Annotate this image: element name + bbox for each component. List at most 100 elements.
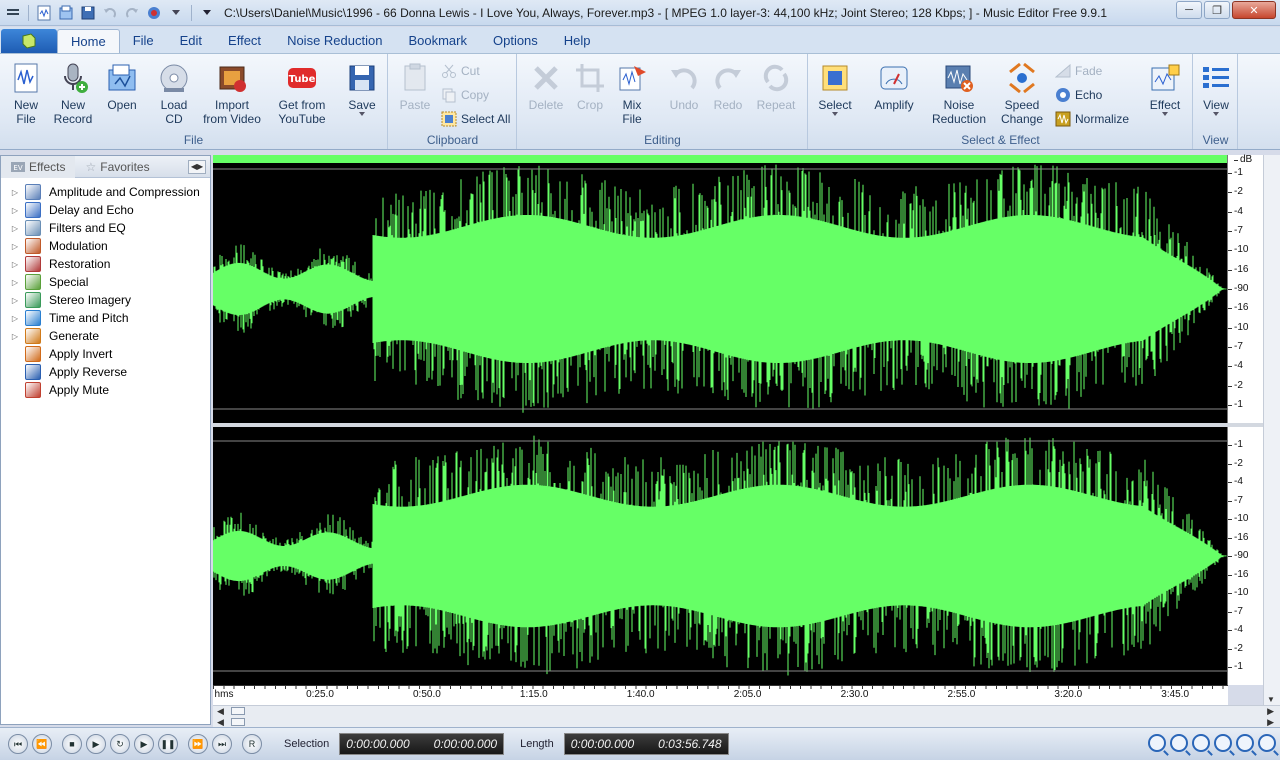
expand-arrow-icon[interactable]: ▷ <box>9 242 21 251</box>
scroll-left-icon[interactable]: ◀ <box>217 706 224 717</box>
mix-file-button[interactable]: Mix File <box>614 62 650 126</box>
expand-arrow-icon[interactable]: ▷ <box>9 314 21 323</box>
app-menu-icon[interactable] <box>4 4 22 22</box>
effect-button[interactable]: Effect <box>1145 62 1185 116</box>
effects-tree-item[interactable]: ▷ Amplitude and Compression <box>1 183 210 201</box>
expand-arrow-icon[interactable]: ▷ <box>9 278 21 287</box>
pause-button[interactable]: ❚❚ <box>158 734 178 754</box>
expand-arrow-icon[interactable]: ▷ <box>9 188 21 197</box>
effects-tree-item[interactable]: ▷ Stereo Imagery <box>1 291 210 309</box>
go-to-end-button[interactable]: ⏭ <box>212 734 232 754</box>
crop-button[interactable]: Crop <box>572 62 608 112</box>
effects-panel: EV Effects ☆ Favorites ◀▶ ▷ Amplitude and… <box>0 155 211 725</box>
expand-arrow-icon[interactable]: ▷ <box>9 206 21 215</box>
vertical-scrollbar[interactable]: ▼ <box>1263 155 1280 705</box>
import-from-video-button[interactable]: Import from Video <box>200 62 264 126</box>
tab-help[interactable]: Help <box>551 29 604 53</box>
redo-button[interactable]: Redo <box>710 62 746 112</box>
overview-bar[interactable] <box>213 155 1227 163</box>
effects-tree-item[interactable]: ▷ Time and Pitch <box>1 309 210 327</box>
cut-button[interactable]: Cut <box>441 62 480 80</box>
loop-button[interactable]: ↻ <box>110 734 130 754</box>
new-file-button[interactable]: New File <box>8 62 44 126</box>
undo-icon[interactable] <box>101 4 119 22</box>
open-button[interactable]: Open <box>104 62 140 112</box>
rewind-button[interactable]: ⏪ <box>32 734 52 754</box>
effects-tree-item[interactable]: Apply Mute <box>1 381 210 399</box>
get-from-youtube-button[interactable]: Tube Get from YouTube <box>274 62 330 126</box>
timeline-ruler[interactable]: hms 0:25.0 0:50.0 1:15.0 1:40.0 2:05.0 2:30.0… <box>213 685 1228 705</box>
effects-tree-item[interactable]: ▷ Delay and Echo <box>1 201 210 219</box>
horizontal-scrollbar[interactable]: ◀ ▶ ◀ ▶ <box>213 705 1280 727</box>
go-to-start-button[interactable]: ⏮ <box>8 734 28 754</box>
effects-tree-item[interactable]: Apply Invert <box>1 345 210 363</box>
application-button[interactable] <box>1 29 57 53</box>
new-file-icon[interactable] <box>35 4 53 22</box>
new-record-button[interactable]: New Record <box>52 62 94 126</box>
effects-tree-item[interactable]: ▷ Special <box>1 273 210 291</box>
delete-button[interactable]: Delete <box>526 62 566 112</box>
load-cd-button[interactable]: Load CD <box>155 62 193 126</box>
paste-button[interactable]: Paste <box>397 62 433 112</box>
close-button[interactable]: ✕ <box>1232 1 1276 19</box>
redo-icon[interactable] <box>123 4 141 22</box>
fast-forward-button[interactable]: ⏩ <box>188 734 208 754</box>
record-button[interactable]: R <box>242 734 262 754</box>
effects-tree-item[interactable]: ▷ Filters and EQ <box>1 219 210 237</box>
select-button[interactable]: Select <box>815 62 855 116</box>
zoom-in-vertical-icon[interactable] <box>1236 734 1254 752</box>
record-icon[interactable] <box>145 4 163 22</box>
tab-bookmark[interactable]: Bookmark <box>395 29 480 53</box>
undo-button[interactable]: Undo <box>664 62 704 112</box>
copy-button[interactable]: Copy <box>441 86 489 104</box>
zoom-thumb[interactable] <box>231 718 245 726</box>
expand-arrow-icon[interactable]: ▷ <box>9 332 21 341</box>
save-icon[interactable] <box>79 4 97 22</box>
echo-button[interactable]: Echo <box>1055 86 1102 104</box>
chevron-down-icon[interactable] <box>167 4 185 22</box>
save-button[interactable]: Save <box>344 62 380 116</box>
zoom-selection-icon[interactable] <box>1192 734 1210 752</box>
tab-effects[interactable]: EV Effects <box>1 155 76 178</box>
scroll-thumb[interactable] <box>231 707 245 715</box>
zoom-out-vertical-icon[interactable] <box>1258 734 1276 752</box>
scroll-right-icon[interactable]: ▶ <box>1267 706 1274 717</box>
effects-tree-item[interactable]: Apply Reverse <box>1 363 210 381</box>
waveform-channel-right[interactable] <box>213 427 1227 685</box>
tab-effect[interactable]: Effect <box>215 29 274 53</box>
zoom-full-icon[interactable] <box>1214 734 1232 752</box>
effects-tree-item[interactable]: ▷ Restoration <box>1 255 210 273</box>
waveform-area[interactable]: dB -1 -2 -4 -7 -10 -16 -90 -16 -10 -7 -4 -2 -1 -1 -2 -… <box>213 154 1277 685</box>
select-all-button[interactable]: Select All <box>441 110 510 128</box>
tab-favorites[interactable]: ☆ Favorites <box>75 156 159 178</box>
zoom-in-icon[interactable] <box>1148 734 1166 752</box>
tab-noise-reduction[interactable]: Noise Reduction <box>274 29 395 53</box>
scroll-down-icon[interactable]: ▼ <box>1267 695 1275 704</box>
amplify-button[interactable]: Amplify <box>869 62 919 112</box>
effects-tree-item[interactable]: ▷ Modulation <box>1 237 210 255</box>
customize-toolbar-icon[interactable] <box>198 4 216 22</box>
minimize-button[interactable]: ─ <box>1176 1 1202 19</box>
normalize-button[interactable]: Normalize <box>1055 110 1129 128</box>
tab-options[interactable]: Options <box>480 29 551 53</box>
zoom-out-icon[interactable] <box>1170 734 1188 752</box>
play-selection-button[interactable]: ▶ <box>134 734 154 754</box>
expand-arrow-icon[interactable]: ▷ <box>9 224 21 233</box>
view-button[interactable]: View <box>1198 62 1234 116</box>
fade-button[interactable]: Fade <box>1055 62 1102 80</box>
tab-home[interactable]: Home <box>57 29 120 53</box>
tab-edit[interactable]: Edit <box>167 29 215 53</box>
panel-collapse-button[interactable]: ◀▶ <box>188 159 206 174</box>
play-button[interactable]: ▶ <box>86 734 106 754</box>
speed-change-button[interactable]: Speed Change <box>997 62 1047 126</box>
stop-button[interactable]: ■ <box>62 734 82 754</box>
expand-arrow-icon[interactable]: ▷ <box>9 260 21 269</box>
maximize-button[interactable]: ❐ <box>1204 1 1230 19</box>
repeat-button[interactable]: Repeat <box>754 62 798 112</box>
waveform-channel-left[interactable] <box>213 155 1227 423</box>
noise-reduction-button[interactable]: Noise Reduction <box>929 62 989 126</box>
open-icon[interactable] <box>57 4 75 22</box>
tab-file[interactable]: File <box>120 29 167 53</box>
expand-arrow-icon[interactable]: ▷ <box>9 296 21 305</box>
effects-tree-item[interactable]: ▷ Generate <box>1 327 210 345</box>
